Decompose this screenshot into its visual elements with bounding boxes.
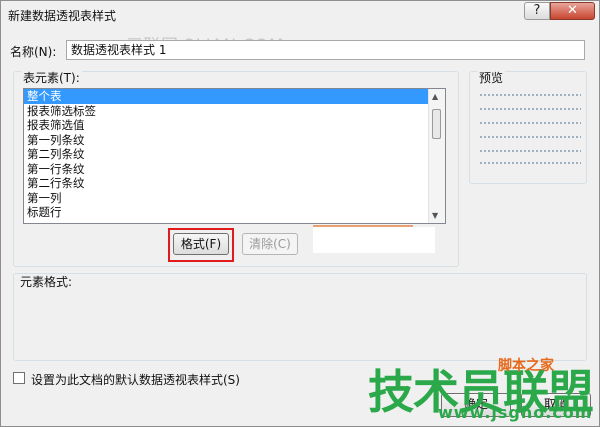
dialog-window: 新建数据透视表样式 ? ✕ 三联网 3LIAN.COM 名称(N): 数据透视表… bbox=[0, 0, 600, 427]
table-elements-list[interactable]: 整个表 报表筛选标签 报表筛选值 第一列条纹 第二列条纹 第一行条纹 第二行条纹… bbox=[23, 88, 446, 224]
name-input[interactable]: 数据透视表样式 1 bbox=[66, 40, 585, 60]
help-button[interactable]: ? bbox=[524, 2, 550, 20]
list-item[interactable]: 报表筛选标签 bbox=[24, 104, 428, 119]
default-style-label[interactable]: 设置为此文档的默认数据透视表样式(S) bbox=[31, 371, 240, 388]
blank-area bbox=[313, 227, 435, 253]
preview-pattern bbox=[479, 87, 581, 166]
close-button[interactable]: ✕ bbox=[550, 2, 595, 20]
watermark-url: www.jsgho.com bbox=[438, 403, 593, 422]
clear-button[interactable]: 清除(C) bbox=[242, 233, 298, 255]
list-item[interactable]: 整个表 bbox=[24, 89, 428, 104]
element-format-group bbox=[13, 273, 587, 361]
dialog-title: 新建数据透视表样式 bbox=[8, 9, 117, 23]
list-item[interactable]: 第二行条纹 bbox=[24, 176, 428, 191]
preview-label: 预览 bbox=[477, 69, 506, 86]
watermark-small-text: 脚本之家 bbox=[498, 358, 554, 374]
list-scrollbar[interactable]: ▲ ▼ bbox=[428, 89, 445, 223]
list-item[interactable]: 第一行条纹 bbox=[24, 162, 428, 177]
name-label: 名称(N): bbox=[10, 45, 57, 59]
list-item[interactable]: 报表筛选值 bbox=[24, 118, 428, 133]
elements-label: 表元素(T): bbox=[21, 69, 82, 86]
list-item[interactable]: 第二列条纹 bbox=[24, 147, 428, 162]
scroll-down-icon[interactable]: ▼ bbox=[432, 211, 438, 220]
scroll-up-icon[interactable]: ▲ bbox=[432, 92, 438, 101]
element-format-label: 元素格式: bbox=[20, 275, 73, 289]
list-item[interactable]: 标题行 bbox=[24, 205, 428, 220]
scroll-thumb[interactable] bbox=[432, 109, 441, 139]
title-bar[interactable]: 新建数据透视表样式 ? ✕ bbox=[1, 1, 599, 28]
format-button-highlight bbox=[168, 228, 234, 262]
default-style-checkbox[interactable] bbox=[13, 372, 25, 384]
list-item[interactable]: 第一列条纹 bbox=[24, 133, 428, 148]
list-item[interactable]: 第一列 bbox=[24, 191, 428, 206]
